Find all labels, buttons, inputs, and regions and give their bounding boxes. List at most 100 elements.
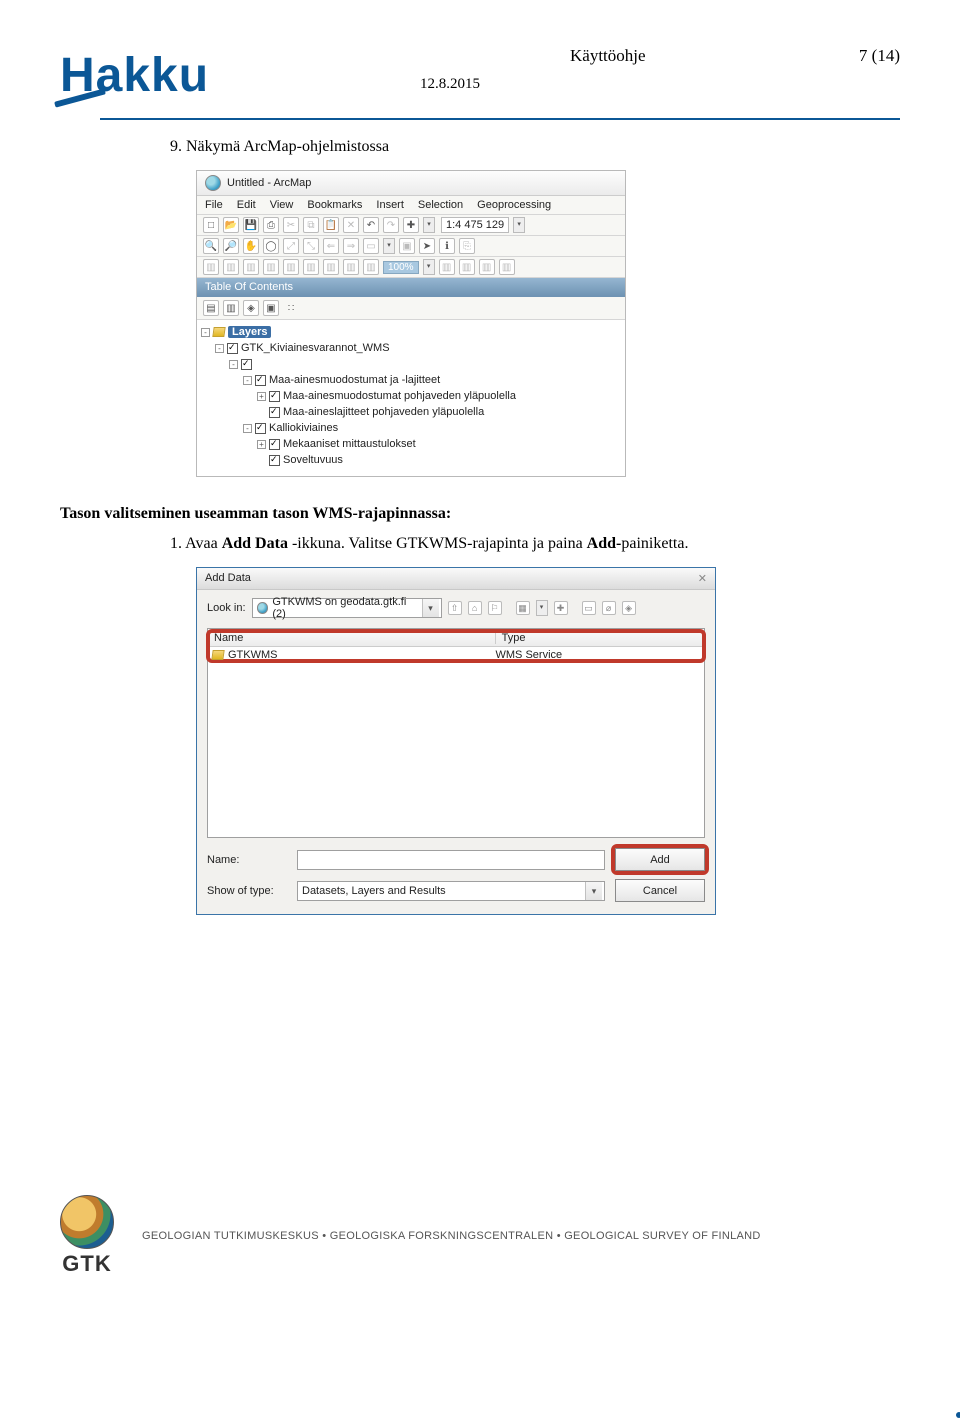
paste-icon[interactable]: 📋 <box>323 217 339 233</box>
home-icon[interactable]: ⌂ <box>468 601 482 615</box>
back-icon[interactable]: ⇐ <box>323 238 339 254</box>
tool-c-icon[interactable]: ▥ <box>263 259 279 275</box>
tool-j-icon[interactable]: ▥ <box>459 259 475 275</box>
checkbox[interactable] <box>255 423 266 434</box>
percent-box[interactable]: 100% <box>383 261 419 274</box>
menu-bookmarks[interactable]: Bookmarks <box>307 199 362 211</box>
zoomin-icon[interactable]: 🔍 <box>203 238 219 254</box>
toc-list-by-drawing-order-icon[interactable]: ▤ <box>203 300 219 316</box>
expander-icon[interactable]: - <box>229 360 238 369</box>
forward-icon[interactable]: ⇒ <box>343 238 359 254</box>
checkbox[interactable] <box>269 391 280 402</box>
wms-service-icon <box>211 650 224 660</box>
new-icon[interactable]: □ <box>203 217 219 233</box>
toc-options-icon[interactable]: ∷ <box>283 300 299 316</box>
layer-label[interactable]: Maa-aineslajitteet pohjaveden yläpuolell… <box>283 406 484 418</box>
delete-icon[interactable]: ✕ <box>343 217 359 233</box>
add-data-dropdown-icon[interactable]: ▾ <box>423 217 435 233</box>
checkbox[interactable] <box>269 439 280 450</box>
menu-selection[interactable]: Selection <box>418 199 463 211</box>
checkbox[interactable] <box>241 359 252 370</box>
file-list[interactable]: Name Type GTKWMS WMS Service <box>207 628 705 838</box>
select-dropdown-icon[interactable]: ▾ <box>383 238 395 254</box>
expander-icon[interactable]: - <box>243 424 252 433</box>
layer-label[interactable]: Soveltuvuus <box>283 454 343 466</box>
pan-icon[interactable]: ✋ <box>243 238 259 254</box>
copy-icon[interactable]: ⧉ <box>303 217 319 233</box>
arcmap-menubar[interactable]: File Edit View Bookmarks Insert Selectio… <box>197 196 625 215</box>
menu-view[interactable]: View <box>270 199 294 211</box>
editor-icon[interactable]: ▥ <box>203 259 219 275</box>
print-icon[interactable]: ⎙ <box>263 217 279 233</box>
layer-label[interactable]: GTK_Kiviainesvarannot_WMS <box>241 342 390 354</box>
expander-icon[interactable]: - <box>243 376 252 385</box>
save-icon[interactable]: 💾 <box>243 217 259 233</box>
cut-icon[interactable]: ✂ <box>283 217 299 233</box>
expander-icon[interactable]: - <box>201 328 210 337</box>
open-icon[interactable]: 📂 <box>223 217 239 233</box>
add-data-icon[interactable]: ✚ <box>403 217 419 233</box>
fixed-zoomin-icon[interactable]: ⤢ <box>283 238 299 254</box>
connect-folder-icon[interactable]: ⚐ <box>488 601 502 615</box>
expander-icon[interactable]: + <box>257 392 266 401</box>
new-folder-icon[interactable]: ✚ <box>554 601 568 615</box>
tool-h-icon[interactable]: ▥ <box>363 259 379 275</box>
column-name-header[interactable]: Name <box>208 632 496 644</box>
column-type-header[interactable]: Type <box>496 632 704 644</box>
layer-label[interactable]: Kalliokiviaines <box>269 422 338 434</box>
scale-box[interactable]: 1:4 475 129 <box>441 217 509 233</box>
layer-label[interactable]: Maa-ainesmuodostumat pohjaveden yläpuole… <box>283 390 516 402</box>
scale-dropdown-icon[interactable]: ▾ <box>513 217 525 233</box>
tool-g-icon[interactable]: ▥ <box>343 259 359 275</box>
menu-insert[interactable]: Insert <box>376 199 404 211</box>
name-input[interactable] <box>297 850 605 870</box>
disconnect-icon[interactable]: ⌀ <box>602 601 616 615</box>
list-view-icon[interactable]: ▦ <box>516 601 530 615</box>
identify-icon[interactable]: ℹ <box>439 238 455 254</box>
list-view-dropdown-icon[interactable]: ▾ <box>536 600 548 616</box>
show-of-type-dropdown[interactable]: Datasets, Layers and Results <box>297 881 605 901</box>
percent-dropdown-icon[interactable]: ▾ <box>423 259 435 275</box>
layer-label[interactable]: Maa-ainesmuodostumat ja -lajitteet <box>269 374 440 386</box>
toc-list-by-source-icon[interactable]: ▥ <box>223 300 239 316</box>
checkbox[interactable] <box>255 375 266 386</box>
layer-label[interactable]: Mekaaniset mittaustulokset <box>283 438 416 450</box>
checkbox[interactable] <box>227 343 238 354</box>
toc-list-by-selection-icon[interactable]: ▣ <box>263 300 279 316</box>
select-features-icon[interactable]: ▭ <box>363 238 379 254</box>
cancel-button[interactable]: Cancel <box>615 879 705 902</box>
tool-b-icon[interactable]: ▥ <box>243 259 259 275</box>
catalog-icon[interactable]: ▭ <box>582 601 596 615</box>
menu-edit[interactable]: Edit <box>237 199 256 211</box>
tool-a-icon[interactable]: ▥ <box>223 259 239 275</box>
look-in-dropdown[interactable]: GTKWMS on geodata.gtk.fi (2) <box>252 598 442 618</box>
toc-tree[interactable]: - Layers - GTK_Kiviainesvarannot_WMS - -… <box>197 320 625 476</box>
undo-icon[interactable]: ↶ <box>363 217 379 233</box>
tool-d-icon[interactable]: ▥ <box>283 259 299 275</box>
layers-root-label[interactable]: Layers <box>228 326 271 338</box>
redo-icon[interactable]: ↷ <box>383 217 399 233</box>
clear-selection-icon[interactable]: ▣ <box>399 238 415 254</box>
add-button[interactable]: Add <box>615 848 705 871</box>
tool-l-icon[interactable]: ▥ <box>499 259 515 275</box>
expander-icon[interactable]: + <box>257 440 266 449</box>
close-icon[interactable]: ✕ <box>698 572 707 585</box>
tool-e-icon[interactable]: ▥ <box>303 259 319 275</box>
menu-file[interactable]: File <box>205 199 223 211</box>
up-one-level-icon[interactable]: ⇧ <box>448 601 462 615</box>
add-gis-server-icon[interactable]: ◈ <box>622 601 636 615</box>
full-extent-icon[interactable]: ◯ <box>263 238 279 254</box>
checkbox[interactable] <box>269 407 280 418</box>
zoomout-icon[interactable]: 🔎 <box>223 238 239 254</box>
hyperlink-icon[interactable]: ⎘ <box>459 238 475 254</box>
checkbox[interactable] <box>269 455 280 466</box>
toc-list-by-visibility-icon[interactable]: ◈ <box>243 300 259 316</box>
expander-icon[interactable]: - <box>215 344 224 353</box>
tool-k-icon[interactable]: ▥ <box>479 259 495 275</box>
tool-i-icon[interactable]: ▥ <box>439 259 455 275</box>
tool-f-icon[interactable]: ▥ <box>323 259 339 275</box>
menu-geoprocessing[interactable]: Geoprocessing <box>477 199 551 211</box>
list-item[interactable]: GTKWMS WMS Service <box>208 647 704 663</box>
select-elements-icon[interactable]: ➤ <box>419 238 435 254</box>
fixed-zoomout-icon[interactable]: ⤡ <box>303 238 319 254</box>
